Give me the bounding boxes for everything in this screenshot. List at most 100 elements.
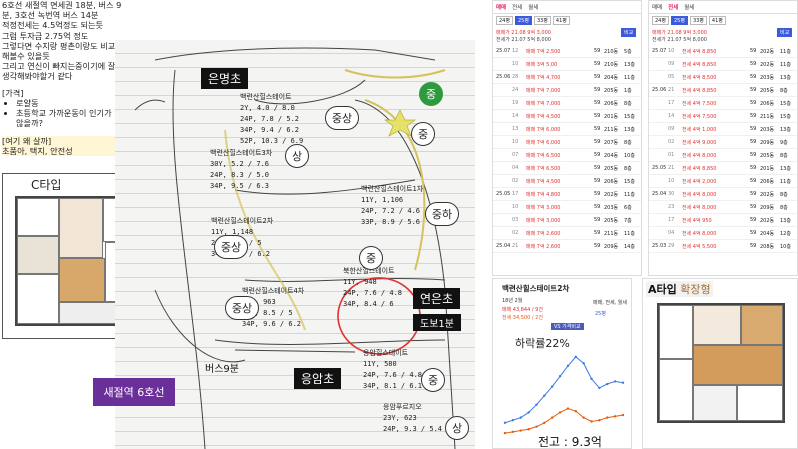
size-chip[interactable]: 41평 — [552, 16, 570, 25]
table-cell: 17 — [668, 217, 675, 223]
table-row[interactable]: 25.04 30 전세 4억 8,000 59 202동 8층 — [649, 188, 797, 201]
table-cell: 매매 7억 2,600 — [526, 243, 561, 250]
table-row[interactable]: 05 전세 4억 8,500 59 203동 13층 — [649, 71, 797, 84]
a-type-floorplan — [657, 303, 785, 423]
tab-jeonse[interactable]: 전세 — [668, 3, 678, 11]
size-chip[interactable]: 24평 — [496, 16, 513, 25]
table-cell: 9층 — [780, 139, 788, 146]
table-cell: 10 — [668, 178, 675, 184]
table-row[interactable]: 02 매매 7억 4,500 59 206동 15층 — [493, 175, 641, 188]
table-cell: 전세 4억 8,850 — [682, 165, 717, 172]
table-row[interactable]: 25.07 12 매매 7억 2,500 59 210동 5층 — [493, 45, 641, 58]
table-cell: 59 — [750, 165, 757, 171]
table-cell: 매매 7억 6,000 — [526, 139, 561, 146]
table-cell: 206동 — [760, 100, 775, 107]
table-cell: 206동 — [604, 100, 619, 107]
table-cell: 209동 — [760, 139, 775, 146]
table-cell: 매매 7억 6,000 — [526, 126, 561, 133]
size-chip[interactable]: 33평 — [533, 16, 551, 25]
series-line-1 — [504, 408, 624, 434]
table-row[interactable]: 13 매매 7억 6,000 59 211동 13층 — [493, 123, 641, 136]
table-row[interactable]: 01 전세 4억 8,000 59 205동 8층 — [649, 149, 797, 162]
data-point — [621, 413, 625, 417]
data-point — [598, 386, 601, 390]
grade-badge: 중 — [411, 122, 435, 146]
table-row[interactable]: 04 매매 7억 6,500 59 205동 8층 — [493, 162, 641, 175]
table-cell: 205동 — [604, 217, 619, 224]
table-cell: 203동 — [604, 204, 619, 211]
table-row[interactable]: 25.05 21 전세 4억 8,850 59 201동 13층 — [649, 162, 797, 175]
complex-note: 북한산힐스테이트 11Y, 948 24P, 7.6 / 4.8 34P, 8.… — [343, 267, 403, 308]
table-row[interactable]: 10 전세 4억 2,000 59 206동 11층 — [649, 175, 797, 188]
table-row[interactable]: 25.07 10 전세 4억 8,850 59 202동 11층 — [649, 45, 797, 58]
size-chip[interactable]: 41평 — [708, 16, 726, 25]
tab-monthly[interactable]: 월세 — [528, 3, 538, 11]
table-cell: 29 — [668, 243, 675, 249]
table-row[interactable]: 14 전세 4억 7,500 59 211동 15층 — [649, 110, 797, 123]
size-chip[interactable]: 25평 — [514, 16, 532, 25]
table-cell: 211동 — [604, 126, 619, 133]
tab-sale[interactable]: 매매 — [652, 3, 662, 11]
compare-button[interactable]: 비교 — [777, 28, 793, 37]
chart-size-tab[interactable]: 25평 — [595, 310, 606, 317]
table-row[interactable]: 14 매매 7억 4,500 59 201동 15층 — [493, 110, 641, 123]
table-cell: 59 — [750, 152, 757, 158]
table-cell: 202동 — [760, 48, 775, 55]
table-row[interactable]: 24 매매 7억 7,000 59 205동 1층 — [493, 84, 641, 97]
data-point — [606, 416, 609, 419]
table-row[interactable]: 04 전세 4억 8,000 59 204동 12층 — [649, 227, 797, 240]
tab-monthly[interactable]: 월세 — [684, 3, 694, 11]
data-point — [566, 407, 570, 410]
table-cell: 15층 — [780, 100, 791, 107]
table-row[interactable]: 17 전세 4억 7,500 59 206동 15층 — [649, 97, 797, 110]
table-cell: 09 — [668, 61, 675, 67]
table-row[interactable]: 09 전세 4억 1,000 59 203동 13층 — [649, 123, 797, 136]
table-row[interactable]: 25.03 29 전세 4억 5,500 59 208동 10층 — [649, 240, 797, 253]
table-row[interactable]: 02 전세 4억 9,000 59 209동 9층 — [649, 136, 797, 149]
table-row[interactable]: 19 매매 7억 7,000 59 206동 8층 — [493, 97, 641, 110]
sale-summary: 매매가 21.08 9억 3,000 — [496, 30, 551, 36]
table-row[interactable]: 03 매매 7억 3,000 59 205동 7층 — [493, 214, 641, 227]
table-row[interactable]: 10 매매 7억 6,000 59 207동 8층 — [493, 136, 641, 149]
table-cell: 201동 — [604, 113, 619, 120]
table-cell: 5층 — [624, 48, 632, 55]
compare-button[interactable]: 비교 — [621, 28, 637, 37]
table-row[interactable]: 23 전세 4억 8,000 59 209동 8층 — [649, 201, 797, 214]
table-row[interactable]: 25.06 21 전세 4억 8,850 59 205동 8층 — [649, 84, 797, 97]
table-row[interactable]: 17 전세 4억 950 59 202동 13층 — [649, 214, 797, 227]
table-cell: 매매 7억 4,500 — [526, 178, 561, 185]
table-cell: 59 — [750, 113, 757, 119]
series-line-0 — [504, 356, 624, 424]
table-row[interactable]: 25.05 17 매매 7억 4,800 59 202동 11층 — [493, 188, 641, 201]
table-cell: 10 — [512, 139, 519, 145]
table-row[interactable]: 25.04 21 매매 7억 2,600 59 209동 14층 — [493, 240, 641, 253]
table-cell: 19 — [512, 100, 519, 106]
chart-jeonse-summary: 전세 34,500 / 2건 — [502, 315, 543, 321]
data-point — [574, 355, 577, 359]
table-cell: 206동 — [760, 178, 775, 185]
table-row[interactable]: 10 매매 3억 5,00 59 210동 13층 — [493, 58, 641, 71]
table-cell: 203동 — [760, 74, 775, 81]
tab-jeonse[interactable]: 전세 — [512, 3, 522, 11]
table-cell: 11층 — [624, 74, 635, 81]
compare-chip[interactable]: VS 가격비교 — [551, 323, 584, 330]
table-row[interactable]: 25.06 28 매매 7억 4,700 59 204동 11층 — [493, 71, 641, 84]
table-cell: 13층 — [780, 165, 791, 172]
table-cell: 17 — [668, 100, 675, 106]
chart-sale-summary: 매매 43,844 / 9건 — [502, 307, 543, 313]
size-chip[interactable]: 24평 — [652, 16, 669, 25]
tab-sale[interactable]: 매매 — [496, 3, 506, 11]
chart-deal-tab[interactable]: 매매, 전세, 월세 — [593, 299, 627, 306]
table-cell: 59 — [750, 126, 757, 132]
table-cell: 23 — [668, 204, 675, 210]
table-cell: 59 — [594, 191, 601, 197]
table-cell: 매매 7억 2,600 — [526, 230, 561, 237]
size-chip[interactable]: 25평 — [670, 16, 688, 25]
grade-badge: 중 — [421, 368, 445, 392]
table-cell: 10 — [512, 61, 519, 67]
table-row[interactable]: 07 매매 7억 6,500 59 204동 10층 — [493, 149, 641, 162]
size-chip[interactable]: 33평 — [689, 16, 707, 25]
table-row[interactable]: 02 매매 7억 2,600 59 211동 11층 — [493, 227, 641, 240]
table-row[interactable]: 10 매매 7억 3,000 59 203동 6층 — [493, 201, 641, 214]
table-row[interactable]: 09 전세 4억 8,850 59 202동 11층 — [649, 58, 797, 71]
